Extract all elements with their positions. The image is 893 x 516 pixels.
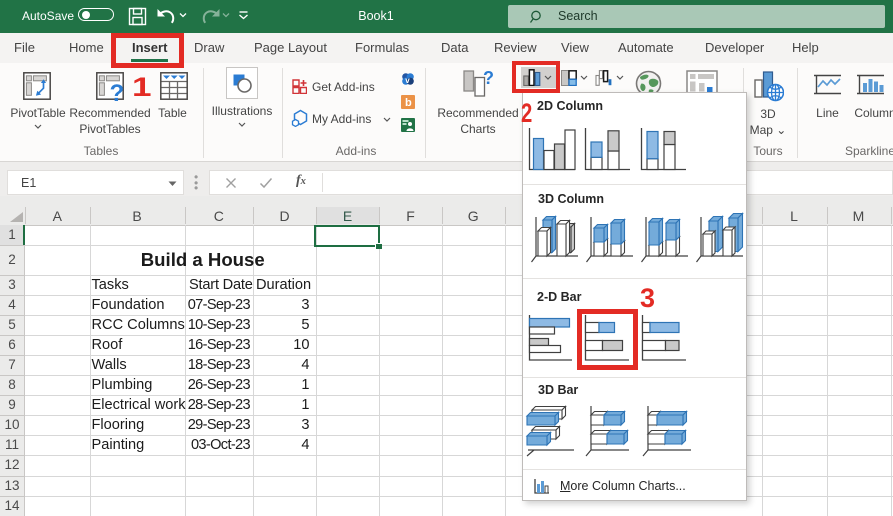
svg-text:?: ? — [110, 80, 125, 102]
svg-text:b: b — [405, 97, 412, 109]
svg-text:v: v — [405, 76, 410, 85]
svg-text:?: ? — [483, 70, 493, 88]
